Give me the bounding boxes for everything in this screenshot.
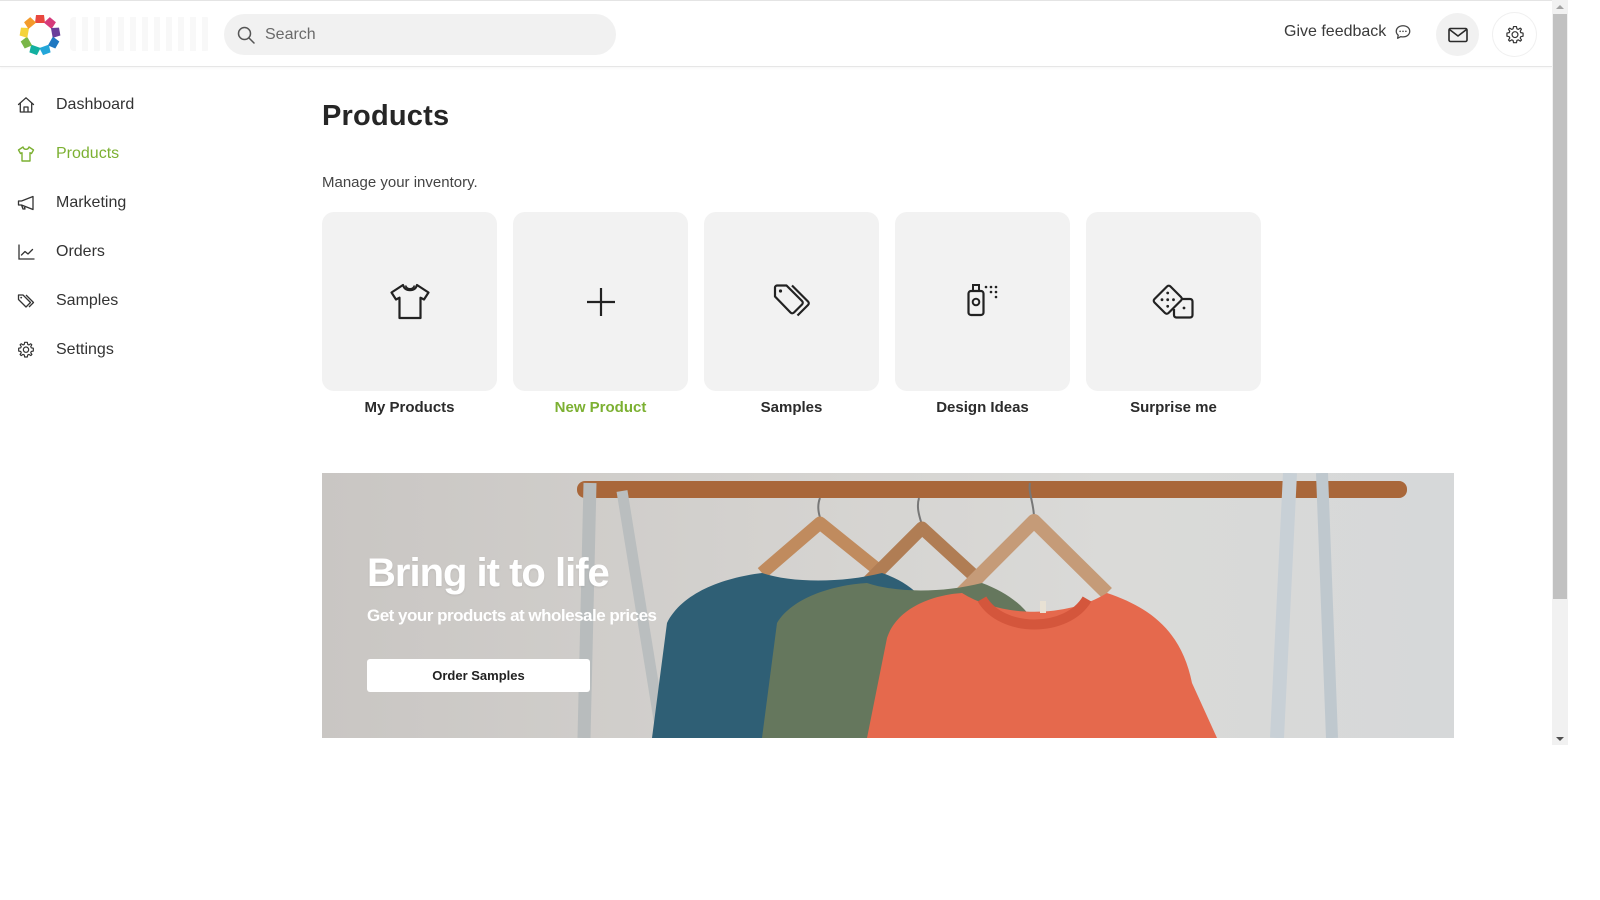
sidebar-item-marketing[interactable]: Marketing — [0, 178, 220, 227]
dice-icon — [1152, 284, 1194, 319]
scroll-thumb[interactable] — [1553, 14, 1567, 599]
home-icon — [17, 96, 35, 113]
search-bar[interactable] — [224, 14, 616, 55]
page-subtitle: Manage your inventory. — [322, 174, 478, 191]
sidebar-item-label: Marketing — [56, 193, 127, 211]
order-samples-button[interactable]: Order Samples — [367, 659, 590, 692]
tile-label: Samples — [760, 399, 823, 416]
sidebar-item-samples[interactable]: Samples — [0, 276, 220, 325]
tile-card — [322, 212, 497, 391]
rack-leg-right — [1270, 473, 1297, 738]
tile-card — [704, 212, 879, 391]
rack-leg-right-2 — [1316, 473, 1338, 738]
megaphone-icon — [17, 195, 34, 210]
sidebar-item-settings[interactable]: Settings — [0, 325, 220, 374]
shirt-orange — [867, 593, 1217, 738]
page-title: Products — [322, 100, 450, 132]
top-bar: Give feedback — [0, 0, 1552, 67]
sidebar-nav: Dashboard Products Marketing Orders Samp… — [0, 80, 220, 374]
product-actions: My Products New Product Samples Design I… — [322, 212, 1261, 416]
sidebar-item-label: Settings — [56, 340, 114, 358]
tile-surprise-me[interactable]: Surprise me — [1086, 212, 1261, 416]
sidebar-item-label: Orders — [56, 242, 105, 260]
sidebar-item-orders[interactable]: Orders — [0, 227, 220, 276]
tile-new-product[interactable]: New Product — [513, 212, 688, 416]
gear-icon — [18, 341, 34, 358]
tile-samples[interactable]: Samples — [704, 212, 879, 416]
settings-button[interactable] — [1493, 13, 1536, 56]
give-feedback-label: Give feedback — [1284, 23, 1387, 40]
tile-design-ideas[interactable]: Design Ideas — [895, 212, 1070, 416]
envelope-icon — [1447, 27, 1468, 42]
messages-button[interactable] — [1436, 13, 1479, 56]
tags-icon — [773, 283, 810, 316]
sidebar-item-dashboard[interactable]: Dashboard — [0, 80, 220, 129]
brand-wordmark — [70, 17, 210, 51]
tshirt-icon — [389, 283, 430, 319]
scroll-down-arrow-icon[interactable] — [1556, 737, 1564, 741]
page-scrollbar[interactable] — [1552, 0, 1568, 745]
line-chart-icon — [18, 243, 35, 260]
tile-label: My Products — [364, 399, 455, 416]
tile-label: Design Ideas — [936, 399, 1029, 416]
tile-label: Surprise me — [1130, 399, 1217, 416]
sidebar-item-label: Products — [56, 144, 120, 162]
sidebar-item-label: Dashboard — [56, 95, 135, 113]
tile-card — [895, 212, 1070, 391]
brand-logo-icon — [19, 15, 61, 56]
promo-banner: Bring it to life Get your products at wh… — [322, 473, 1454, 738]
tshirt-icon — [17, 145, 35, 162]
tile-my-products[interactable]: My Products — [322, 212, 497, 416]
search-input[interactable] — [265, 25, 585, 44]
sidebar-item-products[interactable]: Products — [0, 129, 220, 178]
chat-bubble-icon — [1395, 25, 1411, 39]
tile-card — [1086, 212, 1261, 391]
spray-bottle-icon — [966, 283, 997, 316]
scroll-up-arrow-icon[interactable] — [1556, 5, 1564, 9]
search-icon — [237, 26, 255, 44]
banner-subtitle: Get your products at wholesale prices — [367, 606, 657, 625]
tile-card — [513, 212, 688, 391]
banner-title: Bring it to life — [367, 551, 610, 595]
brand-logo[interactable] — [18, 13, 62, 57]
gear-icon — [1505, 25, 1524, 43]
sidebar-item-label: Samples — [56, 291, 119, 309]
give-feedback-button[interactable]: Give feedback — [1284, 23, 1412, 41]
tile-label: New Product — [554, 399, 647, 416]
tags-icon — [17, 293, 35, 308]
plus-icon — [586, 287, 615, 316]
